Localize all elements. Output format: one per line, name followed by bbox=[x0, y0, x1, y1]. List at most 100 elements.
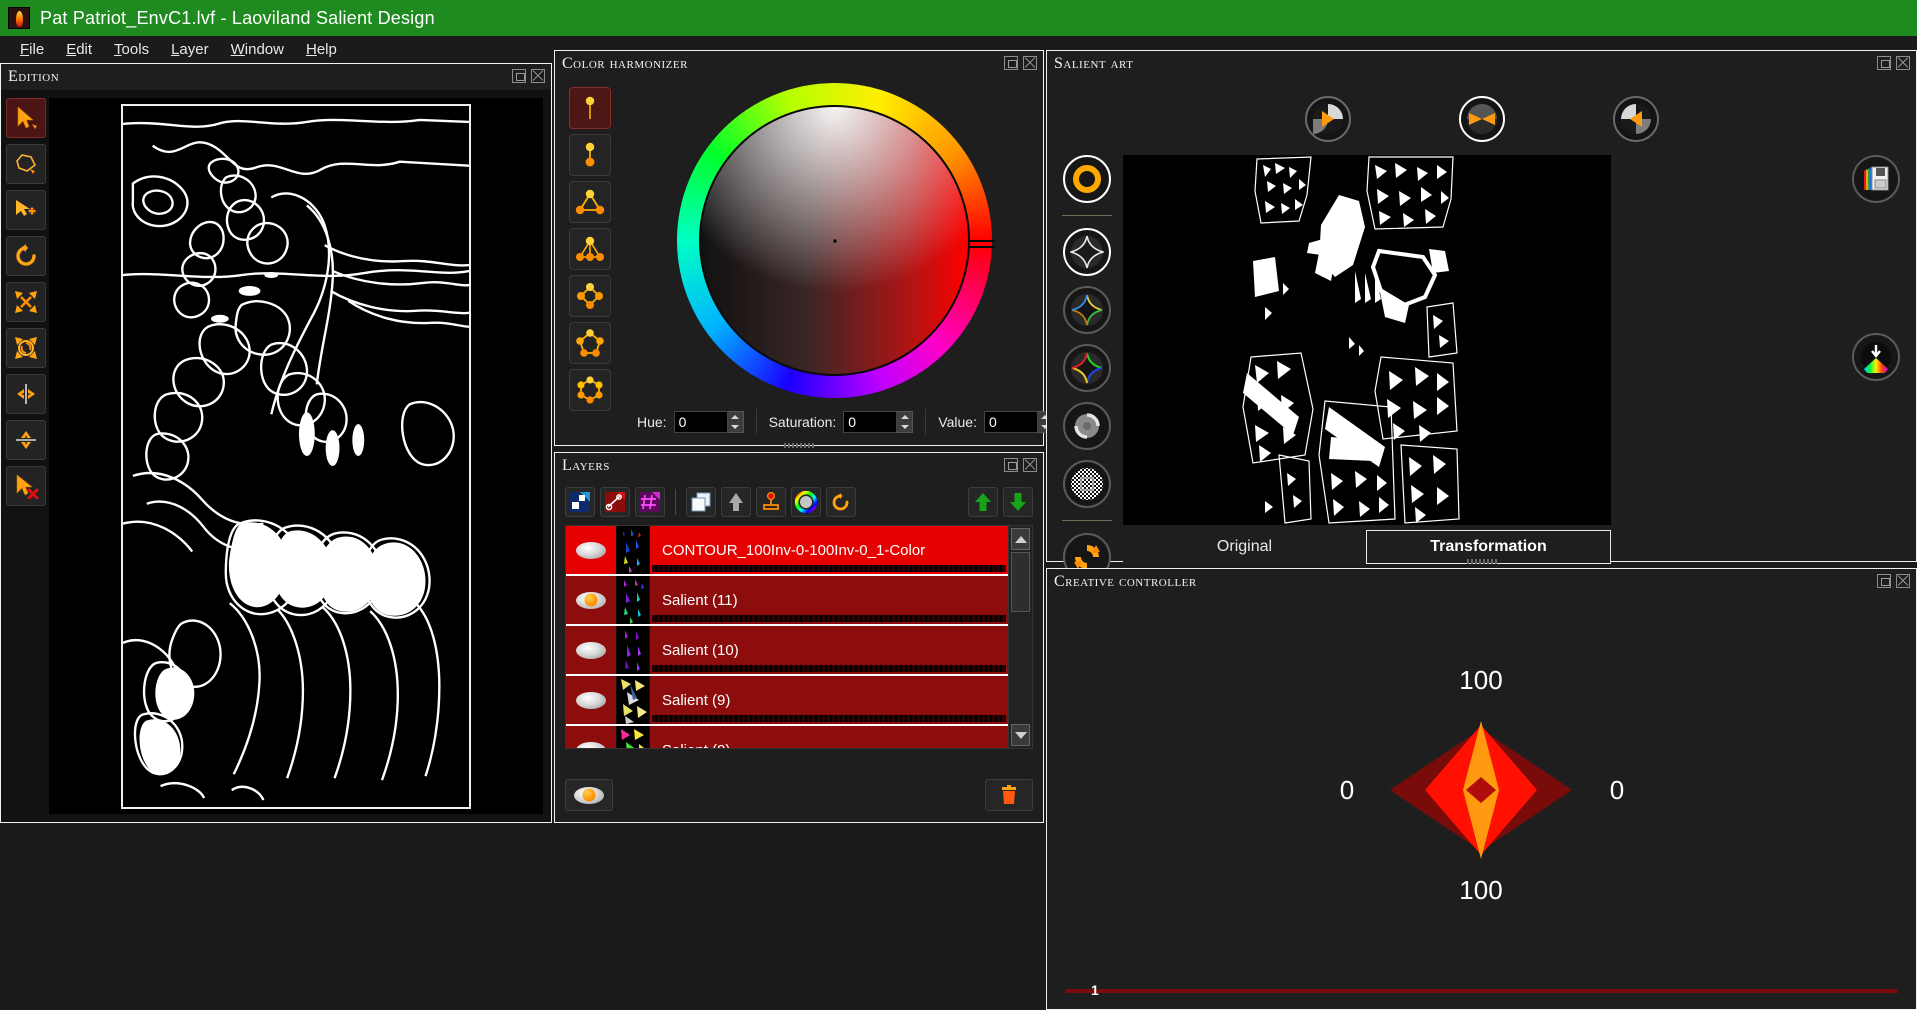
harmony-triad[interactable] bbox=[569, 181, 611, 223]
edition-restore-icon[interactable] bbox=[512, 69, 526, 83]
hue-increment-button[interactable] bbox=[728, 412, 743, 422]
scrollbar-thumb[interactable] bbox=[1011, 552, 1030, 612]
harmony-split-complementary[interactable] bbox=[569, 228, 611, 270]
table-row[interactable]: Salient (11) bbox=[566, 576, 1008, 626]
move-tool[interactable] bbox=[6, 190, 46, 230]
layer-row-main[interactable]: Salient (8) bbox=[650, 726, 1008, 749]
saturation-decrement-button[interactable] bbox=[897, 422, 912, 432]
artwork-contour-image[interactable] bbox=[121, 103, 471, 809]
flip-vertical-tool[interactable] bbox=[6, 420, 46, 460]
creative-close-icon[interactable] bbox=[1896, 574, 1910, 588]
layers-restore-icon[interactable] bbox=[1004, 458, 1018, 472]
color-wheel-icon[interactable] bbox=[791, 487, 821, 517]
hue-spin-buttons[interactable] bbox=[727, 411, 744, 433]
scroll-up-button[interactable] bbox=[1011, 528, 1030, 550]
layer-visibility-toggle[interactable] bbox=[566, 676, 616, 724]
harmony-complementary[interactable] bbox=[569, 134, 611, 176]
table-row[interactable]: CONTOUR_100Inv-0-100Inv-0_1-Color bbox=[566, 526, 1008, 576]
select-arrow-tool[interactable] bbox=[6, 98, 46, 138]
split-right-view-button[interactable] bbox=[1612, 96, 1659, 142]
harmony-hexad[interactable] bbox=[569, 369, 611, 411]
download-palette-button[interactable] bbox=[1852, 333, 1900, 381]
deselect-tool[interactable] bbox=[6, 466, 46, 506]
layer-opacity-slider[interactable] bbox=[652, 665, 1006, 672]
edition-canvas[interactable] bbox=[49, 98, 543, 814]
reset-layer-icon[interactable] bbox=[826, 487, 856, 517]
menu-tools[interactable]: Tools bbox=[103, 38, 160, 61]
anchor-layer-icon[interactable] bbox=[756, 487, 786, 517]
delete-layer-icon[interactable] bbox=[985, 779, 1033, 811]
lasso-polygon-tool[interactable] bbox=[6, 144, 46, 184]
salient-resize-grip[interactable] bbox=[1466, 559, 1497, 564]
layer-list[interactable]: CONTOUR_100Inv-0-100Inv-0_1-Color Salien… bbox=[565, 525, 1033, 749]
creative-slider-track[interactable] bbox=[1065, 989, 1898, 993]
merge-layers-icon[interactable] bbox=[721, 487, 751, 517]
ring-mode-button[interactable] bbox=[1063, 155, 1111, 203]
saturation-increment-button[interactable] bbox=[897, 412, 912, 422]
salient-restore-icon[interactable] bbox=[1877, 56, 1891, 70]
grid-pattern-icon[interactable] bbox=[635, 487, 665, 517]
move-layer-down-icon[interactable] bbox=[1003, 487, 1033, 517]
menu-window[interactable]: Window bbox=[220, 38, 295, 61]
harmonizer-restore-icon[interactable] bbox=[1004, 56, 1018, 70]
move-layer-up-icon[interactable] bbox=[968, 487, 998, 517]
layer-opacity-slider[interactable] bbox=[652, 565, 1006, 572]
harmonizer-close-icon[interactable] bbox=[1023, 56, 1037, 70]
creative-slider[interactable]: 1 bbox=[1065, 981, 1898, 999]
layer-list-scrollbar[interactable] bbox=[1008, 526, 1032, 748]
menu-edit[interactable]: Edit bbox=[55, 38, 103, 61]
salient-preview-image[interactable] bbox=[1123, 155, 1611, 525]
salient-close-icon[interactable] bbox=[1896, 56, 1910, 70]
star-mono-mode-button[interactable] bbox=[1063, 228, 1111, 276]
layer-row-main[interactable]: CONTOUR_100Inv-0-100Inv-0_1-Color bbox=[650, 526, 1008, 574]
layers-close-icon[interactable] bbox=[1023, 458, 1037, 472]
duplicate-contour-icon[interactable] bbox=[600, 487, 630, 517]
saturation-spinner[interactable] bbox=[843, 411, 914, 433]
harmony-single[interactable] bbox=[569, 87, 611, 129]
layer-row-main[interactable]: Salient (9) bbox=[650, 676, 1008, 724]
hue-decrement-button[interactable] bbox=[728, 422, 743, 432]
layer-opacity-slider[interactable] bbox=[652, 715, 1006, 722]
layer-visibility-toggle[interactable] bbox=[566, 576, 616, 624]
creative-radar-chart[interactable]: 100 100 0 0 bbox=[1047, 595, 1916, 975]
layer-row-main[interactable]: Salient (11) bbox=[650, 576, 1008, 624]
harmony-pentad[interactable] bbox=[569, 322, 611, 364]
harmonizer-resize-grip[interactable] bbox=[784, 443, 814, 448]
scale-expand-tool[interactable] bbox=[6, 282, 46, 322]
value-spinner[interactable] bbox=[983, 411, 1054, 433]
checker-mode-button[interactable] bbox=[1063, 460, 1111, 508]
save-floppy-button[interactable] bbox=[1852, 155, 1900, 203]
hue-input[interactable] bbox=[673, 411, 728, 433]
table-row[interactable]: Salient (9) bbox=[566, 676, 1008, 726]
creative-restore-icon[interactable] bbox=[1877, 574, 1891, 588]
table-row[interactable]: Salient (10) bbox=[566, 626, 1008, 676]
new-layer-icon[interactable] bbox=[565, 487, 595, 517]
menu-help[interactable]: Help bbox=[295, 38, 348, 61]
hue-ring[interactable] bbox=[677, 83, 995, 398]
star-vivid-mode-button[interactable] bbox=[1063, 344, 1111, 392]
edition-close-icon[interactable] bbox=[531, 69, 545, 83]
copy-layer-icon[interactable] bbox=[686, 487, 716, 517]
layer-visibility-toggle[interactable] bbox=[566, 526, 616, 574]
layer-row-main[interactable]: Salient (10) bbox=[650, 626, 1008, 674]
split-left-view-button[interactable] bbox=[1304, 96, 1351, 142]
toggle-visibility-icon[interactable] bbox=[565, 779, 613, 811]
saturation-input[interactable] bbox=[843, 411, 898, 433]
flip-horizontal-tool[interactable] bbox=[6, 374, 46, 414]
value-input[interactable] bbox=[983, 411, 1038, 433]
split-center-view-button[interactable] bbox=[1458, 96, 1505, 142]
layer-visibility-toggle[interactable] bbox=[566, 626, 616, 674]
sphere-mode-button[interactable] bbox=[1063, 402, 1111, 450]
menu-file[interactable]: File bbox=[9, 38, 55, 61]
table-row[interactable]: Salient (8) bbox=[566, 726, 1008, 748]
hue-spinner[interactable] bbox=[673, 411, 744, 433]
menu-layer[interactable]: Layer bbox=[160, 38, 220, 61]
star-cool-mode-button[interactable] bbox=[1063, 286, 1111, 334]
layer-opacity-slider[interactable] bbox=[652, 615, 1006, 622]
saturation-value-disc[interactable] bbox=[699, 105, 970, 376]
scroll-down-button[interactable] bbox=[1011, 724, 1030, 746]
tab-original[interactable]: Original bbox=[1123, 530, 1366, 564]
layer-visibility-toggle[interactable] bbox=[566, 726, 616, 748]
saturation-spin-buttons[interactable] bbox=[897, 411, 914, 433]
twist-distort-tool[interactable] bbox=[6, 328, 46, 368]
